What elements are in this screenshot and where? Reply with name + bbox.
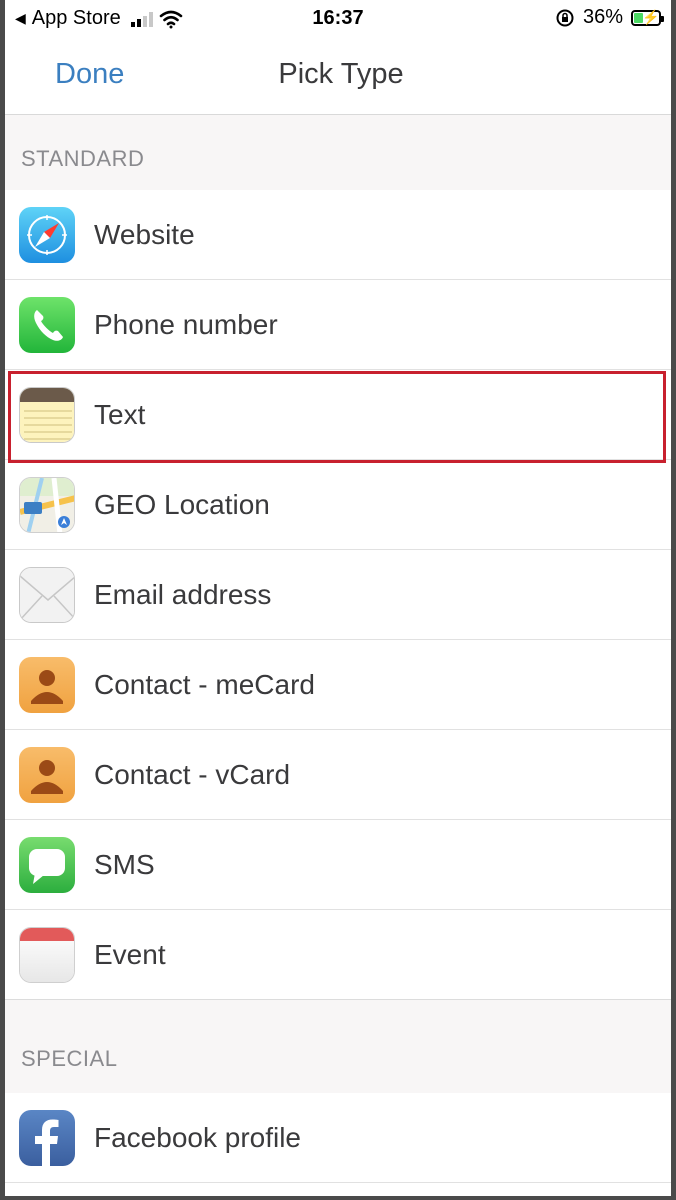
section-label-standard: STANDARD xyxy=(21,146,145,171)
contact-icon xyxy=(19,657,75,713)
section-header-standard: STANDARD xyxy=(5,115,671,191)
list-item-email-address[interactable]: Email address xyxy=(5,550,671,640)
notes-icon xyxy=(19,387,75,443)
phone-icon xyxy=(19,297,75,353)
list-item-label: Email address xyxy=(94,579,272,610)
list-item-phone-number[interactable]: Phone number xyxy=(5,280,671,370)
list-item-website[interactable]: Website xyxy=(5,190,671,280)
list-item-label: Website xyxy=(94,219,195,250)
status-right: 36% ⚡ xyxy=(555,6,664,29)
list-item-label: Event xyxy=(94,939,166,970)
page-title-text: Pick Type xyxy=(278,58,404,90)
charging-bolt-icon: ⚡ xyxy=(642,8,660,25)
list-item-label: SMS xyxy=(94,849,155,880)
maps-icon xyxy=(19,477,75,533)
envelope-icon xyxy=(19,567,75,623)
screen: ◀ App Store 16:37 36% ⚡ Done Pick Type S… xyxy=(5,0,671,1196)
list-item-geo-location[interactable]: GEO Location xyxy=(5,460,671,550)
list-item-contact-mecard[interactable]: Contact - meCard xyxy=(5,640,671,730)
list-item-label: Text xyxy=(94,399,146,430)
list-item-label: Phone number xyxy=(94,309,278,340)
facebook-icon xyxy=(19,1110,75,1166)
navigation-bar: Done Pick Type xyxy=(5,38,671,115)
battery-percent: 36% xyxy=(582,6,623,28)
list-item-label: GEO Location xyxy=(94,489,270,520)
page-title: Pick Type xyxy=(5,58,671,91)
list-item-sms[interactable]: SMS xyxy=(5,820,671,910)
message-bubble-icon xyxy=(19,837,75,893)
calendar-icon xyxy=(19,927,75,983)
list-item-event[interactable]: Event xyxy=(5,910,671,1000)
list-item-text[interactable]: Text xyxy=(5,370,671,460)
rotation-lock-icon xyxy=(556,9,574,26)
status-bar: ◀ App Store 16:37 36% ⚡ xyxy=(5,0,671,38)
list-item-facebook-profile[interactable]: Facebook profile xyxy=(5,1093,671,1183)
list-item-label: Contact - meCard xyxy=(94,669,315,700)
battery-icon: ⚡ xyxy=(631,8,664,26)
section-header-special: SPECIAL xyxy=(5,999,671,1094)
list-item-label: Contact - vCard xyxy=(94,759,291,790)
section-label-special: SPECIAL xyxy=(21,1046,118,1071)
list-item-label: Facebook profile xyxy=(94,1122,302,1153)
contact-icon xyxy=(19,747,75,803)
safari-compass-icon xyxy=(19,207,75,263)
list-item-contact-vcard[interactable]: Contact - vCard xyxy=(5,730,671,820)
